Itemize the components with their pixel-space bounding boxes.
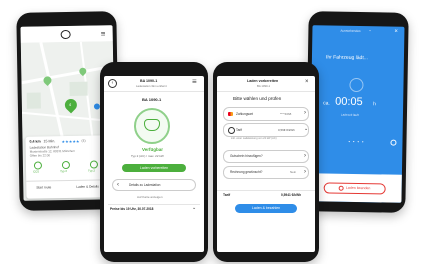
station-hours: Offen bis 22:00 bbox=[29, 153, 51, 158]
chevron-right-icon: › bbox=[304, 110, 306, 116]
chevron-right-icon: › bbox=[304, 168, 306, 175]
stop-charging-label: Laden beenden bbox=[345, 185, 371, 191]
voucher-row[interactable]: Gutschein hinzufügen? › bbox=[223, 150, 309, 163]
stop-icon bbox=[338, 185, 345, 191]
header-subtitle: Ladestation 3km entfernt bbox=[136, 84, 167, 88]
brand-logo-icon bbox=[60, 29, 71, 40]
connector-label: Typ 2 bbox=[88, 168, 95, 173]
tariff-row[interactable]: Tarif 0,59€ €/kWh ⌄ bbox=[223, 123, 309, 137]
phone-prepare: Laden vorbereiten BA 1090-1 × Bitte wähl… bbox=[213, 62, 319, 262]
invoice-value: Nein bbox=[290, 170, 297, 174]
footer-panel: Laden beenden bbox=[309, 173, 402, 203]
invoice-label: Rechnung gewünscht? bbox=[230, 170, 263, 174]
back-icon[interactable]: ‹ bbox=[108, 79, 117, 88]
charging-screen: Ausstehendes ⌄ × Ihr Fahrzeug lädt... ca… bbox=[309, 25, 405, 203]
menu-icon[interactable]: ≡ bbox=[192, 78, 197, 86]
start-route-button[interactable]: Start route bbox=[36, 185, 51, 189]
stop-charging-button[interactable]: Laden beenden bbox=[323, 182, 386, 195]
status-label: Verfügbar bbox=[142, 147, 164, 152]
phone-charging: Ausstehendes ⌄ × Ihr Fahrzeug lädt... ca… bbox=[305, 11, 409, 213]
phone-detail: ‹ BA 1090-1 Ladestation 3km entfernt ≡ B… bbox=[100, 62, 208, 262]
tariff-value: 0,59€ €/kWh bbox=[278, 127, 295, 132]
chevron-left-icon: ‹ bbox=[117, 181, 119, 188]
route-row-label: Details zu Ladestation bbox=[129, 182, 161, 187]
tariff-icon bbox=[228, 127, 235, 134]
voucher-label: Gutschein hinzufügen? bbox=[230, 154, 263, 158]
payment-label: Zahlungsart bbox=[236, 111, 253, 116]
payment-row[interactable]: Zahlungsart ****4668 › bbox=[223, 107, 309, 121]
connector-icon bbox=[33, 161, 43, 170]
page-indicator: • • • • bbox=[348, 138, 365, 145]
chevron-down-icon: ⌄ bbox=[304, 125, 309, 132]
total-label: Tarif bbox=[223, 193, 231, 197]
station-distance: 0,4 km bbox=[29, 139, 41, 144]
detail-screen: ‹ BA 1090-1 Ladestation 3km entfernt ≡ B… bbox=[104, 76, 204, 252]
map-header: ≡ bbox=[20, 25, 113, 43]
section-heading: Bitte wählen und prüfen bbox=[233, 96, 282, 101]
chevron-down-icon[interactable]: ⌄ bbox=[368, 27, 371, 32]
time-unit: h bbox=[373, 101, 376, 108]
close-icon[interactable]: × bbox=[394, 29, 398, 35]
charging-subtitle: Ladezeit läuft bbox=[340, 112, 359, 118]
charge-and-pay-button[interactable]: Laden & bezahlen bbox=[235, 204, 297, 213]
route-row[interactable]: ‹ Details zu Ladestation bbox=[112, 179, 196, 191]
tariff-note: inkl. einer Ladeleistung von 22 kW (AC) bbox=[231, 137, 277, 140]
clock-icon bbox=[349, 77, 364, 93]
info-icon[interactable] bbox=[390, 139, 397, 146]
plug-icon bbox=[144, 119, 160, 131]
tariff-label: Tarif bbox=[236, 127, 243, 132]
connector-label: Typ 2 bbox=[60, 169, 67, 174]
menu-icon[interactable]: ≡ bbox=[101, 29, 106, 38]
map-cluster-count: 4 bbox=[68, 101, 72, 107]
prepare-screen: Laden vorbereiten BA 1090-1 × Bitte wähl… bbox=[217, 76, 315, 252]
details-button[interactable]: Laden & Details bbox=[76, 184, 99, 189]
station-time: 15 Min. bbox=[43, 139, 56, 144]
connector-icon bbox=[89, 160, 99, 169]
chevron-right-icon: › bbox=[304, 152, 306, 159]
chevron-down-icon[interactable]: ⌄ bbox=[192, 206, 196, 211]
connector-label: CCS bbox=[33, 169, 39, 174]
header-subtitle: BA 1090-1 bbox=[257, 84, 271, 88]
payment-value: ****4668 bbox=[280, 111, 292, 116]
rating-count: (4) bbox=[81, 138, 86, 143]
mastercard-icon bbox=[228, 111, 233, 116]
close-icon[interactable]: × bbox=[305, 79, 309, 85]
price-footer: Preise bis 19 Uhr, 30.07.2018 bbox=[110, 207, 154, 211]
station-id: BA 1090-1 bbox=[142, 97, 162, 102]
rating-stars: ★★★★★ bbox=[61, 138, 80, 144]
time-value: 00:05 bbox=[335, 95, 363, 109]
status-detail: Typ 2 (AC) / max. 22 kW bbox=[131, 154, 164, 158]
connector-icon bbox=[61, 160, 71, 170]
show-on-map-link[interactable]: Auf Karte anzeigen bbox=[137, 196, 163, 199]
time-prefix: ca. bbox=[323, 100, 330, 107]
total-value: 0,5941 €/kWh bbox=[281, 193, 302, 197]
header-label: Ausstehendes bbox=[340, 28, 361, 34]
invoice-row[interactable]: Rechnung gewünscht? Nein › bbox=[223, 166, 309, 179]
charging-title: Ihr Fahrzeug lädt... bbox=[325, 54, 368, 62]
prepare-charging-button[interactable]: Laden vorbereiten bbox=[122, 164, 186, 172]
